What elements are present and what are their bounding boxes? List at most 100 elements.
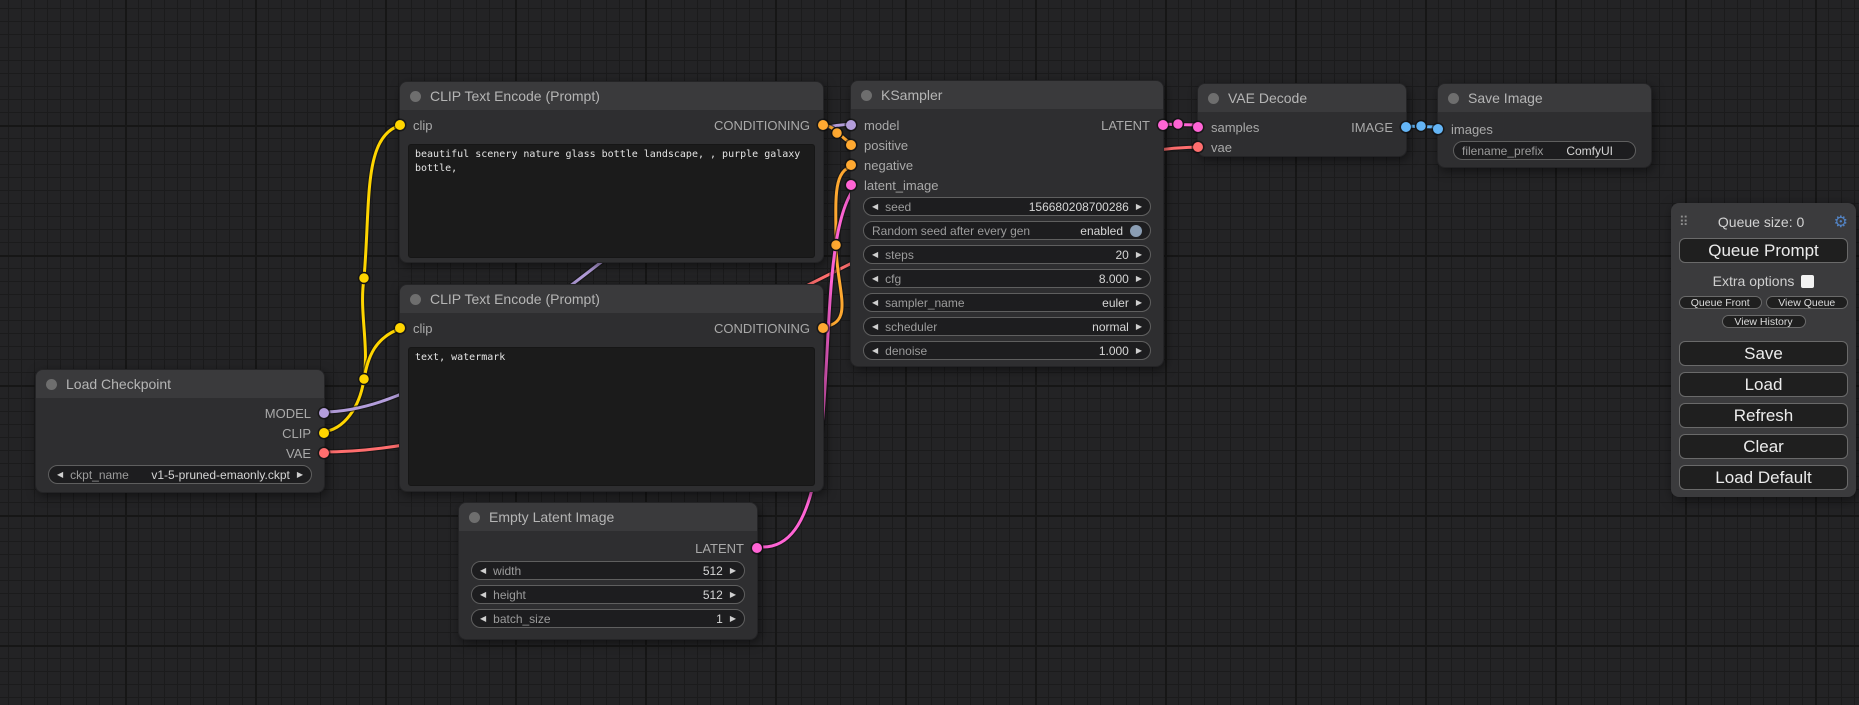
seed-widget[interactable]: ◀ seed 156680208700286 ▶: [863, 197, 1151, 216]
next-arrow-icon[interactable]: ▶: [1136, 347, 1142, 355]
prev-arrow-icon[interactable]: ◀: [872, 251, 878, 259]
prev-arrow-icon[interactable]: ◀: [57, 471, 63, 479]
next-arrow-icon[interactable]: ▶: [1136, 275, 1142, 283]
node-title: Save Image: [1468, 90, 1543, 106]
filename-prefix-widget[interactable]: filename_prefix ComfyUI: [1453, 141, 1636, 160]
next-arrow-icon[interactable]: ▶: [730, 615, 736, 623]
width-widget[interactable]: ◀ width 512 ▶: [471, 561, 745, 580]
cfg-widget[interactable]: ◀ cfg 8.000 ▶: [863, 269, 1151, 288]
denoise-widget[interactable]: ◀ denoise 1.000 ▶: [863, 341, 1151, 360]
prev-arrow-icon[interactable]: ◀: [872, 275, 878, 283]
next-arrow-icon[interactable]: ▶: [1136, 203, 1142, 211]
node-title-bar[interactable]: KSampler: [851, 81, 1163, 109]
next-arrow-icon[interactable]: ▶: [730, 567, 736, 575]
node-collapse-dot[interactable]: [410, 91, 421, 102]
node-collapse-dot[interactable]: [1448, 93, 1459, 104]
scheduler-widget[interactable]: ◀ scheduler normal ▶: [863, 317, 1151, 336]
prev-arrow-icon[interactable]: ◀: [480, 615, 486, 623]
input-port-clip[interactable]: [395, 120, 405, 130]
sampler-name-widget[interactable]: ◀ sampler_name euler ▶: [863, 293, 1151, 312]
output-port-conditioning[interactable]: [818, 323, 828, 333]
clear-button[interactable]: Clear: [1679, 434, 1848, 459]
node-title-bar[interactable]: Save Image: [1438, 84, 1651, 112]
view-history-button[interactable]: View History: [1722, 315, 1806, 328]
queue-panel: ⠿ Queue size: 0 ⚙ Queue Prompt Extra opt…: [1671, 203, 1856, 497]
node-collapse-dot[interactable]: [46, 379, 57, 390]
widget-value: normal: [1092, 320, 1129, 334]
node-title-bar[interactable]: Empty Latent Image: [459, 503, 757, 531]
input-port-clip[interactable]: [395, 323, 405, 333]
ckpt-name-widget[interactable]: ◀ ckpt_name v1-5-pruned-emaonly.ckpt ▶: [48, 465, 312, 484]
input-port-images[interactable]: [1433, 124, 1443, 134]
input-port-latent-image[interactable]: [846, 180, 856, 190]
input-port-negative[interactable]: [846, 160, 856, 170]
prompt-textarea[interactable]: beautiful scenery nature glass bottle la…: [408, 144, 815, 258]
toggle-dot-icon[interactable]: [1130, 225, 1142, 237]
widget-label: ckpt_name: [70, 468, 129, 482]
output-port-conditioning[interactable]: [818, 120, 828, 130]
widget-value: 512: [703, 564, 723, 578]
batch-size-widget[interactable]: ◀ batch_size 1 ▶: [471, 609, 745, 628]
node-title: KSampler: [881, 87, 942, 103]
load-default-button[interactable]: Load Default: [1679, 465, 1848, 490]
node-vae-decode[interactable]: VAE Decode samples IMAGE vae: [1197, 83, 1407, 157]
gear-icon[interactable]: ⚙: [1834, 212, 1848, 232]
node-collapse-dot[interactable]: [469, 512, 480, 523]
prev-arrow-icon[interactable]: ◀: [872, 323, 878, 331]
height-widget[interactable]: ◀ height 512 ▶: [471, 585, 745, 604]
output-port-vae[interactable]: [319, 448, 329, 458]
prev-arrow-icon[interactable]: ◀: [480, 591, 486, 599]
prompt-textarea[interactable]: text, watermark: [408, 347, 815, 486]
next-arrow-icon[interactable]: ▶: [1136, 299, 1142, 307]
output-label-latent: LATENT: [695, 541, 744, 556]
queue-prompt-button[interactable]: Queue Prompt: [1679, 238, 1848, 263]
view-queue-button[interactable]: View Queue: [1766, 296, 1849, 309]
steps-widget[interactable]: ◀ steps 20 ▶: [863, 245, 1151, 264]
input-port-samples[interactable]: [1193, 122, 1203, 132]
input-port-positive[interactable]: [846, 140, 856, 150]
node-clip-text-encode-positive[interactable]: CLIP Text Encode (Prompt) clip CONDITION…: [399, 81, 824, 263]
node-title-bar[interactable]: VAE Decode: [1198, 84, 1406, 112]
load-button[interactable]: Load: [1679, 372, 1848, 397]
input-label-images: images: [1451, 122, 1493, 137]
next-arrow-icon[interactable]: ▶: [1136, 251, 1142, 259]
output-port-image[interactable]: [1401, 122, 1411, 132]
node-clip-text-encode-negative[interactable]: CLIP Text Encode (Prompt) clip CONDITION…: [399, 284, 824, 492]
queue-front-button[interactable]: Queue Front: [1679, 296, 1762, 309]
widget-value: 20: [1115, 248, 1128, 262]
next-arrow-icon[interactable]: ▶: [1136, 323, 1142, 331]
next-arrow-icon[interactable]: ▶: [297, 471, 303, 479]
next-arrow-icon[interactable]: ▶: [730, 591, 736, 599]
node-empty-latent-image[interactable]: Empty Latent Image LATENT ◀ width 512 ▶ …: [458, 502, 758, 640]
output-port-latent[interactable]: [1158, 120, 1168, 130]
widget-value: euler: [1102, 296, 1129, 310]
node-save-image[interactable]: Save Image images filename_prefix ComfyU…: [1437, 83, 1652, 168]
output-port-latent[interactable]: [752, 543, 762, 553]
output-label-image: IMAGE: [1351, 120, 1393, 135]
node-ksampler[interactable]: KSampler model LATENT positive negative …: [850, 80, 1164, 367]
prev-arrow-icon[interactable]: ◀: [872, 203, 878, 211]
input-port-vae[interactable]: [1193, 142, 1203, 152]
node-collapse-dot[interactable]: [861, 90, 872, 101]
node-collapse-dot[interactable]: [410, 294, 421, 305]
prev-arrow-icon[interactable]: ◀: [480, 567, 486, 575]
widget-value: 1.000: [1099, 344, 1129, 358]
node-title-bar[interactable]: Load Checkpoint: [36, 370, 324, 398]
node-collapse-dot[interactable]: [1208, 93, 1219, 104]
node-load-checkpoint[interactable]: Load Checkpoint MODEL CLIP VAE ◀ ckpt_na…: [35, 369, 325, 493]
node-title: CLIP Text Encode (Prompt): [430, 291, 600, 307]
refresh-button[interactable]: Refresh: [1679, 403, 1848, 428]
output-port-model[interactable]: [319, 408, 329, 418]
prev-arrow-icon[interactable]: ◀: [872, 347, 878, 355]
widget-value: 512: [703, 588, 723, 602]
node-title-bar[interactable]: CLIP Text Encode (Prompt): [400, 82, 823, 110]
save-button[interactable]: Save: [1679, 341, 1848, 366]
random-seed-toggle-widget[interactable]: Random seed after every gen enabled: [863, 221, 1151, 240]
extra-options-checkbox[interactable]: [1801, 275, 1814, 288]
queue-size-label: Queue size: 0: [1689, 214, 1834, 230]
input-port-model[interactable]: [846, 120, 856, 130]
prev-arrow-icon[interactable]: ◀: [872, 299, 878, 307]
drag-handle-icon[interactable]: ⠿: [1679, 214, 1689, 230]
node-title-bar[interactable]: CLIP Text Encode (Prompt): [400, 285, 823, 313]
output-port-clip[interactable]: [319, 428, 329, 438]
